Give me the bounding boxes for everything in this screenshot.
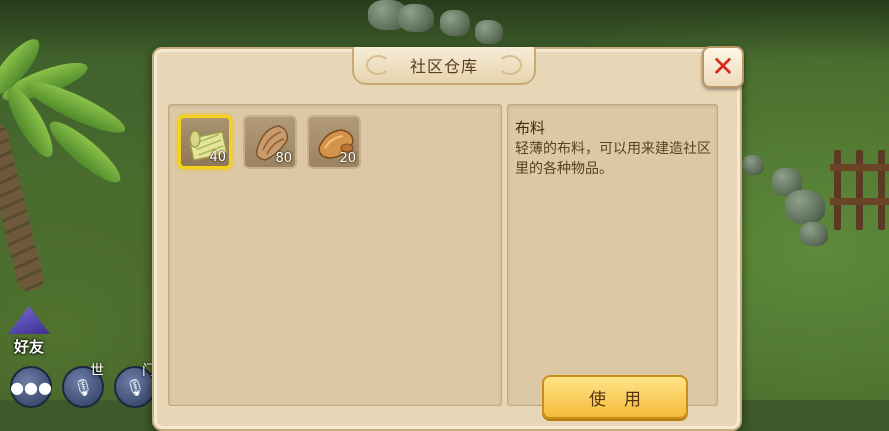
wooden-fence xyxy=(830,150,889,230)
item-count: 80 xyxy=(275,151,292,166)
swirl-ornament-icon xyxy=(366,55,390,75)
rock xyxy=(800,222,828,246)
inventory-slot-cloth[interactable]: 80 xyxy=(243,115,297,169)
inventory-slot-blueprint[interactable]: 40 xyxy=(178,115,232,169)
item-count: 40 xyxy=(209,150,226,165)
inventory-slot-wood[interactable]: 20 xyxy=(307,115,361,169)
microphone-icon: 🎙 xyxy=(72,377,94,397)
world-channel-label: 世 xyxy=(90,363,104,379)
friends-avatar-icon xyxy=(8,306,50,334)
rock xyxy=(785,190,825,224)
close-icon: ✕ xyxy=(711,50,735,83)
swirl-ornament-icon xyxy=(498,55,522,75)
chat-button[interactable]: ●●● xyxy=(10,366,52,408)
rock xyxy=(440,10,470,36)
dialog-title: 社区仓库 xyxy=(409,57,478,76)
rock xyxy=(475,20,503,44)
item-count: 20 xyxy=(339,151,356,166)
chat-bubble-icon: ●●● xyxy=(10,377,52,397)
use-button[interactable]: 使用 xyxy=(542,375,688,419)
item-name: 布料 xyxy=(515,119,546,137)
dialog-title-tab: 社区仓库 xyxy=(352,47,536,85)
close-button[interactable]: ✕ xyxy=(702,46,744,88)
rock xyxy=(398,4,434,32)
rock xyxy=(742,155,764,175)
microphone-icon: 🎙 xyxy=(124,377,146,397)
friends-label: 好友 xyxy=(13,338,44,356)
use-button-label: 使用 xyxy=(589,390,659,410)
item-description: 轻薄的布料，可以用来建造社区里的各种物品。 xyxy=(515,141,711,177)
friends-button[interactable]: 好友 xyxy=(4,300,54,362)
